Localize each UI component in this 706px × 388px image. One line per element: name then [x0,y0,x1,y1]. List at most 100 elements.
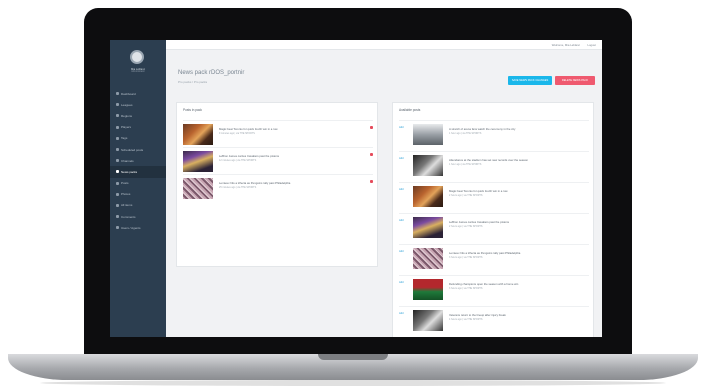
remove-icon[interactable] [370,126,373,129]
sidebar-item-label: Leagues [121,102,133,107]
post-meta: 3 hours ago | via THE SPORTS [449,256,483,259]
post-meta: 25 minutes ago | via THE SPORTS [219,186,257,189]
file-icon [116,181,119,185]
save-news-pack-button[interactable]: SAVE NEWS PACK CHANGES [508,76,552,85]
add-post-link[interactable]: Add [399,250,404,253]
post-thumbnail [183,178,213,199]
topbar-user-link[interactable]: Welcome, Mia Leblanc [552,43,580,47]
remove-icon[interactable] [370,153,373,156]
add-post-link[interactable]: Add [399,188,404,191]
post-meta: 4 hours ago | via THE SPORTS [449,318,483,321]
delete-news-pack-button[interactable]: DELETE NEWS PACK [555,76,595,85]
sidebar-user-role: Administrator [131,71,145,73]
post-thumbnail [183,124,213,145]
add-post-link[interactable]: Add [399,219,404,222]
sidebar-item-dashboard[interactable]: Dashboard [110,88,166,99]
post-title[interactable]: Magic beat Toronto for quick fourth win … [449,189,508,193]
post-thumbnail [413,155,443,176]
pack-post-row: LeBron James carries Cavaliers past the … [183,147,373,173]
add-post-link[interactable]: Add [399,126,404,129]
logout-link[interactable]: Logout [587,43,596,47]
sidebar-item-players[interactable]: Players [110,122,166,133]
sidebar-item-label: Channels [121,158,134,163]
post-title[interactable]: LeBron James carries Cavaliers past the … [449,220,509,224]
tag-icon [116,136,119,140]
laptop-shadow [40,380,666,386]
list-icon [116,203,119,207]
sidebar-item-comments[interactable]: Comments [110,211,166,222]
sidebar: Mia Leblanc Administrator Dashboard Leag… [110,40,166,337]
sidebar-item-label: Regions [121,113,133,118]
sidebar-nav: Dashboard Leagues Regions Players Tags S… [110,88,166,233]
rss-icon [116,159,119,163]
sidebar-item-news-packs[interactable]: News packs [110,166,166,178]
add-post-link[interactable]: Add [399,281,404,284]
post-title[interactable]: A stretch of arena fans watch the ceremo… [449,127,515,131]
available-post-row: Add Lemieux hits a trifecta as Penguins … [399,244,589,270]
post-title[interactable]: Attendance at the stadium has set new re… [449,158,528,162]
post-title[interactable]: Veterans return to the lineup after inju… [449,313,506,317]
sidebar-item-users[interactable]: Users / Agents [110,222,166,233]
sidebar-item-label: Photos [121,192,131,197]
available-post-row: Add Magic beat Toronto for quick fourth … [399,182,589,208]
sidebar-item-regions[interactable]: Regions [110,110,166,121]
app-screen: Mia Leblanc Administrator Dashboard Leag… [110,40,602,337]
post-meta: 3 hours ago | via THE SPORTS [449,287,483,290]
post-thumbnail [413,124,443,145]
comment-icon [116,215,119,219]
post-title[interactable]: LeBron James carries Cavaliers past the … [219,154,279,158]
post-meta: 2 hours ago | via THE SPORTS [449,225,483,228]
post-title[interactable]: Lemieux hits a trifecta as Penguins rall… [449,251,520,255]
sidebar-item-label: All items [121,203,133,208]
panel-title: Posts in pack [183,108,202,112]
post-thumbnail [413,248,443,269]
available-post-row: Add Defending champions open the season … [399,275,589,301]
avatar[interactable] [130,50,144,64]
post-thumbnail [413,310,443,331]
post-meta: 12 minutes ago | via THE SPORTS [219,159,257,162]
globe-icon [116,114,119,118]
clock-icon [116,148,119,152]
add-post-link[interactable]: Add [399,157,404,160]
sidebar-item-label: Users / Agents [121,225,141,230]
sidebar-item-label: News packs [121,169,138,174]
pack-post-row: Magic beat Toronto for quick fourth win … [183,120,373,146]
post-thumbnail [413,217,443,238]
breadcrumb: Pro packs / Pro packs [178,80,208,84]
post-meta: 1 hour ago | via THE SPORTS [449,163,482,166]
sidebar-item-label: Dashboard [121,91,136,96]
page-title: News pack rDOS_portnir [178,70,245,76]
user-icon [116,226,119,230]
post-title[interactable]: Magic beat Toronto for quick fourth win … [219,127,278,131]
layers-icon [116,170,119,174]
sidebar-item-label: Comments [121,214,136,219]
laptop-mockup: Mia Leblanc Administrator Dashboard Leag… [0,0,706,388]
pack-post-row: Lemieux hits a trifecta as Penguins rall… [183,174,373,200]
add-post-link[interactable]: Add [399,312,404,315]
remove-icon[interactable] [370,180,373,183]
post-title[interactable]: Defending champions open the season with… [449,282,518,286]
post-thumbnail [413,279,443,300]
laptop-notch [318,354,388,360]
sidebar-item-channels[interactable]: Channels [110,155,166,166]
sidebar-item-leagues[interactable]: Leagues [110,99,166,110]
sidebar-item-label: Scheduled posts [121,147,144,152]
users-icon [116,125,119,129]
post-meta: 1 hour ago | via THE SPORTS [449,132,482,135]
available-post-row: Add Veterans return to the lineup after … [399,306,589,332]
available-post-row: Add Attendance at the stadium has set ne… [399,151,589,177]
sidebar-item-photos[interactable]: Photos [110,189,166,200]
dashboard-icon [116,92,119,96]
post-meta: 2 hours ago | via THE SPORTS [449,194,483,197]
sidebar-item-posts[interactable]: Posts [110,178,166,189]
top-bar: Welcome, Mia Leblanc Logout [166,40,602,50]
sidebar-item-scheduled-posts[interactable]: Scheduled posts [110,144,166,155]
trophy-icon [116,103,119,107]
sidebar-item-tags[interactable]: Tags [110,133,166,144]
post-title[interactable]: Lemieux hits a trifecta as Penguins rall… [219,181,290,185]
sidebar-item-label: Players [121,125,132,130]
camera-icon [116,192,119,196]
posts-in-pack-panel: Posts in pack Magic beat Toronto for qui… [176,102,378,267]
sidebar-item-all-items[interactable]: All items [110,200,166,211]
post-thumbnail [183,151,213,172]
